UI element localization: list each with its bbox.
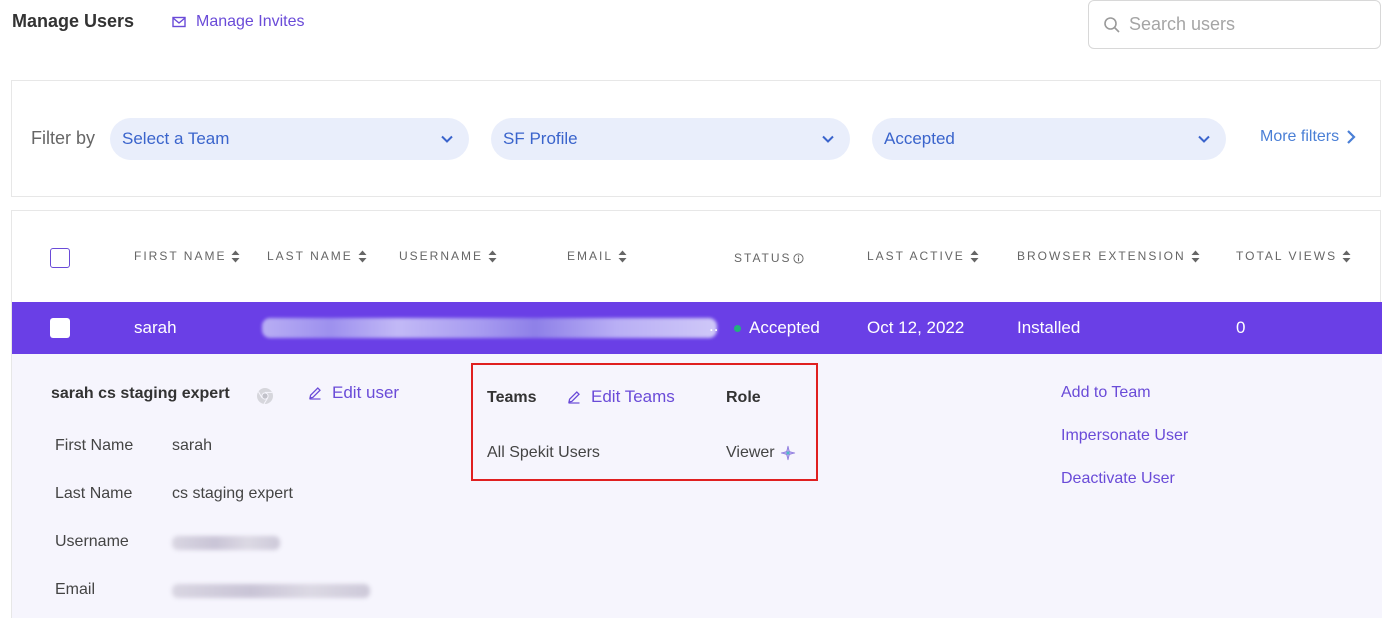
select-all-checkbox[interactable]: [50, 248, 70, 268]
user-full-name: sarah cs staging expert: [51, 385, 230, 402]
top-bar: Manage Users Manage Invites: [0, 0, 1384, 60]
column-last-name[interactable]: LAST NAME: [267, 249, 367, 263]
teams-title: Teams: [487, 389, 537, 406]
first-name-label: First Name: [55, 437, 134, 454]
chevron-down-icon: [1198, 135, 1210, 143]
column-first-name[interactable]: FIRST NAME: [134, 249, 240, 263]
redacted-username-value: [172, 536, 280, 550]
edit-teams-link[interactable]: Edit Teams: [567, 387, 675, 407]
impersonate-user-link[interactable]: Impersonate User: [1061, 427, 1188, 445]
chevron-down-icon: [441, 135, 453, 143]
status-select[interactable]: Accepted: [872, 118, 1226, 160]
table-row[interactable]: sarah .. Accepted Oct 12, 2022 Installed…: [12, 302, 1382, 354]
search-icon: [1104, 16, 1120, 33]
role-title: Role: [726, 389, 761, 406]
chevron-right-icon: [1347, 130, 1356, 144]
column-last-active[interactable]: LAST ACTIVE: [867, 249, 979, 263]
row-first-name: sarah: [134, 318, 177, 337]
sparkle-icon: [780, 445, 795, 461]
add-to-team-link[interactable]: Add to Team: [1061, 384, 1151, 402]
chevron-down-icon: [822, 135, 834, 143]
row-status-label: Accepted: [749, 318, 820, 337]
sf-profile-select-value: SF Profile: [503, 129, 578, 148]
filter-panel: Filter by Select a Team SF Profile Accep…: [11, 80, 1381, 197]
filter-label: Filter by: [31, 128, 96, 148]
team-name: All Spekit Users: [487, 444, 600, 461]
manage-invites-label: Manage Invites: [196, 13, 305, 30]
column-last-active-label: LAST ACTIVE: [867, 249, 965, 263]
sf-profile-select[interactable]: SF Profile: [491, 118, 850, 160]
row-browser-extension: Installed: [1017, 318, 1081, 337]
teams-highlight-box: Teams Edit Teams Role All Spekit Users V…: [471, 363, 818, 481]
deactivate-user-link[interactable]: Deactivate User: [1061, 470, 1175, 488]
sort-icon: [1191, 250, 1200, 262]
row-total-views: 0: [1236, 318, 1246, 337]
sort-icon: [488, 250, 497, 262]
redacted-name-username-email: [262, 318, 717, 338]
row-last-active: Oct 12, 2022: [867, 318, 965, 337]
status-select-value: Accepted: [884, 129, 955, 148]
column-last-name-label: LAST NAME: [267, 249, 353, 263]
redacted-email-value: [172, 584, 370, 598]
column-browser-extension-label: BROWSER EXTENSION: [1017, 249, 1186, 263]
manage-invites-link[interactable]: Manage Invites: [172, 13, 305, 31]
email-label: Email: [55, 581, 96, 598]
edit-user-link[interactable]: Edit user: [308, 383, 399, 403]
envelope-icon: [172, 16, 186, 28]
column-first-name-label: FIRST NAME: [134, 249, 227, 263]
sort-icon: [1342, 250, 1351, 262]
column-username-label: USERNAME: [399, 249, 484, 263]
column-total-views-label: TOTAL VIEWS: [1236, 249, 1338, 263]
row-status: Accepted: [734, 318, 820, 338]
sort-icon: [618, 250, 627, 262]
status-dot-icon: [734, 325, 741, 333]
row-checkbox[interactable]: [50, 318, 70, 338]
edit-teams-label: Edit Teams: [591, 387, 675, 406]
role-value-label: Viewer: [726, 444, 775, 461]
sort-icon: [358, 250, 367, 262]
column-username[interactable]: USERNAME: [399, 249, 497, 263]
table-header: FIRST NAME LAST NAME USERNAME EMAIL STAT…: [12, 211, 1382, 303]
column-status-label: STATUS: [734, 251, 792, 265]
first-name-value: sarah: [172, 437, 213, 454]
team-select-value: Select a Team: [122, 129, 230, 148]
info-icon: [793, 252, 804, 264]
pencil-icon: [568, 391, 580, 404]
last-name-label: Last Name: [55, 485, 133, 502]
more-filters-link[interactable]: More filters: [1260, 128, 1357, 146]
column-email-label: EMAIL: [567, 249, 614, 263]
column-browser-extension[interactable]: BROWSER EXTENSION: [1017, 249, 1200, 263]
sort-icon: [231, 250, 240, 262]
last-name-value: cs staging expert: [172, 485, 293, 502]
chrome-icon: [257, 388, 273, 405]
edit-user-label: Edit user: [332, 383, 400, 402]
search-input[interactable]: [1129, 14, 1359, 35]
more-filters-label: More filters: [1260, 128, 1340, 145]
username-label: Username: [55, 533, 129, 550]
column-email[interactable]: EMAIL: [567, 249, 627, 263]
users-table: FIRST NAME LAST NAME USERNAME EMAIL STAT…: [11, 210, 1382, 618]
row-truncation-ellipsis: ..: [709, 316, 719, 335]
pencil-icon: [309, 387, 321, 400]
search-box[interactable]: [1088, 0, 1381, 49]
team-select[interactable]: Select a Team: [110, 118, 469, 160]
sort-icon: [970, 250, 979, 262]
page-title: Manage Users: [12, 11, 135, 31]
column-status[interactable]: STATUS: [734, 251, 804, 265]
column-total-views[interactable]: TOTAL VIEWS: [1236, 249, 1351, 263]
role-value: Viewer: [726, 444, 796, 462]
user-details-panel: sarah cs staging expert Edit user First …: [12, 354, 1382, 618]
